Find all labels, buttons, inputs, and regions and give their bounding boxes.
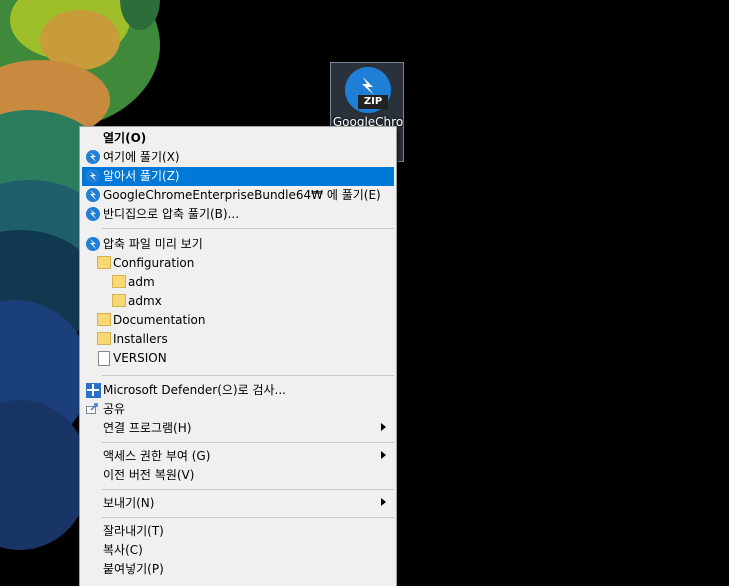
menu-item-version[interactable]: VERSION — [82, 349, 394, 368]
share-icon — [86, 403, 98, 414]
submenu-arrow-icon — [381, 498, 386, 506]
menu-item-adm[interactable]: adm — [82, 273, 394, 292]
menu-item-send-to[interactable]: 보내기(N) — [82, 494, 394, 513]
bandizip-icon — [86, 150, 100, 164]
menu-separator — [102, 442, 394, 443]
menu-item-extract-here[interactable]: 여기에 풀기(X) — [82, 148, 394, 167]
menu-item-extract-with-bandizip[interactable]: 반디집으로 압축 풀기(B)... — [82, 205, 394, 224]
menu-item-give-access[interactable]: 액세스 권한 부여 (G) — [82, 447, 394, 466]
lightning-icon — [362, 77, 374, 95]
menu-item-smart-extract[interactable]: 알아서 풀기(Z) — [82, 167, 394, 186]
folder-icon — [97, 256, 111, 269]
menu-separator — [102, 517, 394, 518]
menu-item-defender-scan[interactable]: Microsoft Defender(으)로 검사... — [82, 381, 394, 400]
menu-item-open-with[interactable]: 연결 프로그램(H) — [82, 419, 394, 438]
menu-separator — [102, 375, 394, 376]
menu-item-restore-previous[interactable]: 이전 버전 복원(V) — [82, 466, 394, 485]
bandizip-icon — [86, 237, 100, 251]
menu-item-paste[interactable]: 붙여넣기(P) — [82, 560, 394, 579]
folder-icon — [97, 332, 111, 345]
bandizip-icon — [86, 188, 100, 202]
folder-icon — [97, 313, 111, 326]
bandizip-icon — [86, 207, 100, 221]
menu-separator — [102, 489, 394, 490]
menu-separator — [102, 228, 394, 229]
menu-item-share[interactable]: 공유 — [82, 400, 394, 419]
menu-item-preview-archive[interactable]: 압축 파일 미리 보기 — [82, 235, 394, 254]
folder-icon — [112, 275, 126, 288]
menu-item-documentation[interactable]: Documentation — [82, 311, 394, 330]
bandizip-icon — [86, 169, 100, 183]
submenu-arrow-icon — [381, 451, 386, 459]
menu-item-admx[interactable]: admx — [82, 292, 394, 311]
menu-item-configuration[interactable]: Configuration — [82, 254, 394, 273]
menu-item-open[interactable]: 열기(O) — [82, 129, 394, 148]
menu-item-cut[interactable]: 잘라내기(T) — [82, 522, 394, 541]
zip-badge: ZIP — [358, 95, 388, 109]
context-menu: 열기(O) 여기에 풀기(X) 알아서 풀기(Z) GoogleChromeEn… — [79, 126, 397, 586]
submenu-arrow-icon — [381, 423, 386, 431]
folder-icon — [112, 294, 126, 307]
menu-item-installers[interactable]: Installers — [82, 330, 394, 349]
defender-shield-icon — [86, 383, 101, 398]
file-icon — [98, 351, 110, 366]
menu-item-extract-to-folder[interactable]: GoogleChromeEnterpriseBundle64₩ 에 풀기(E) — [82, 186, 394, 205]
menu-item-copy[interactable]: 복사(C) — [82, 541, 394, 560]
